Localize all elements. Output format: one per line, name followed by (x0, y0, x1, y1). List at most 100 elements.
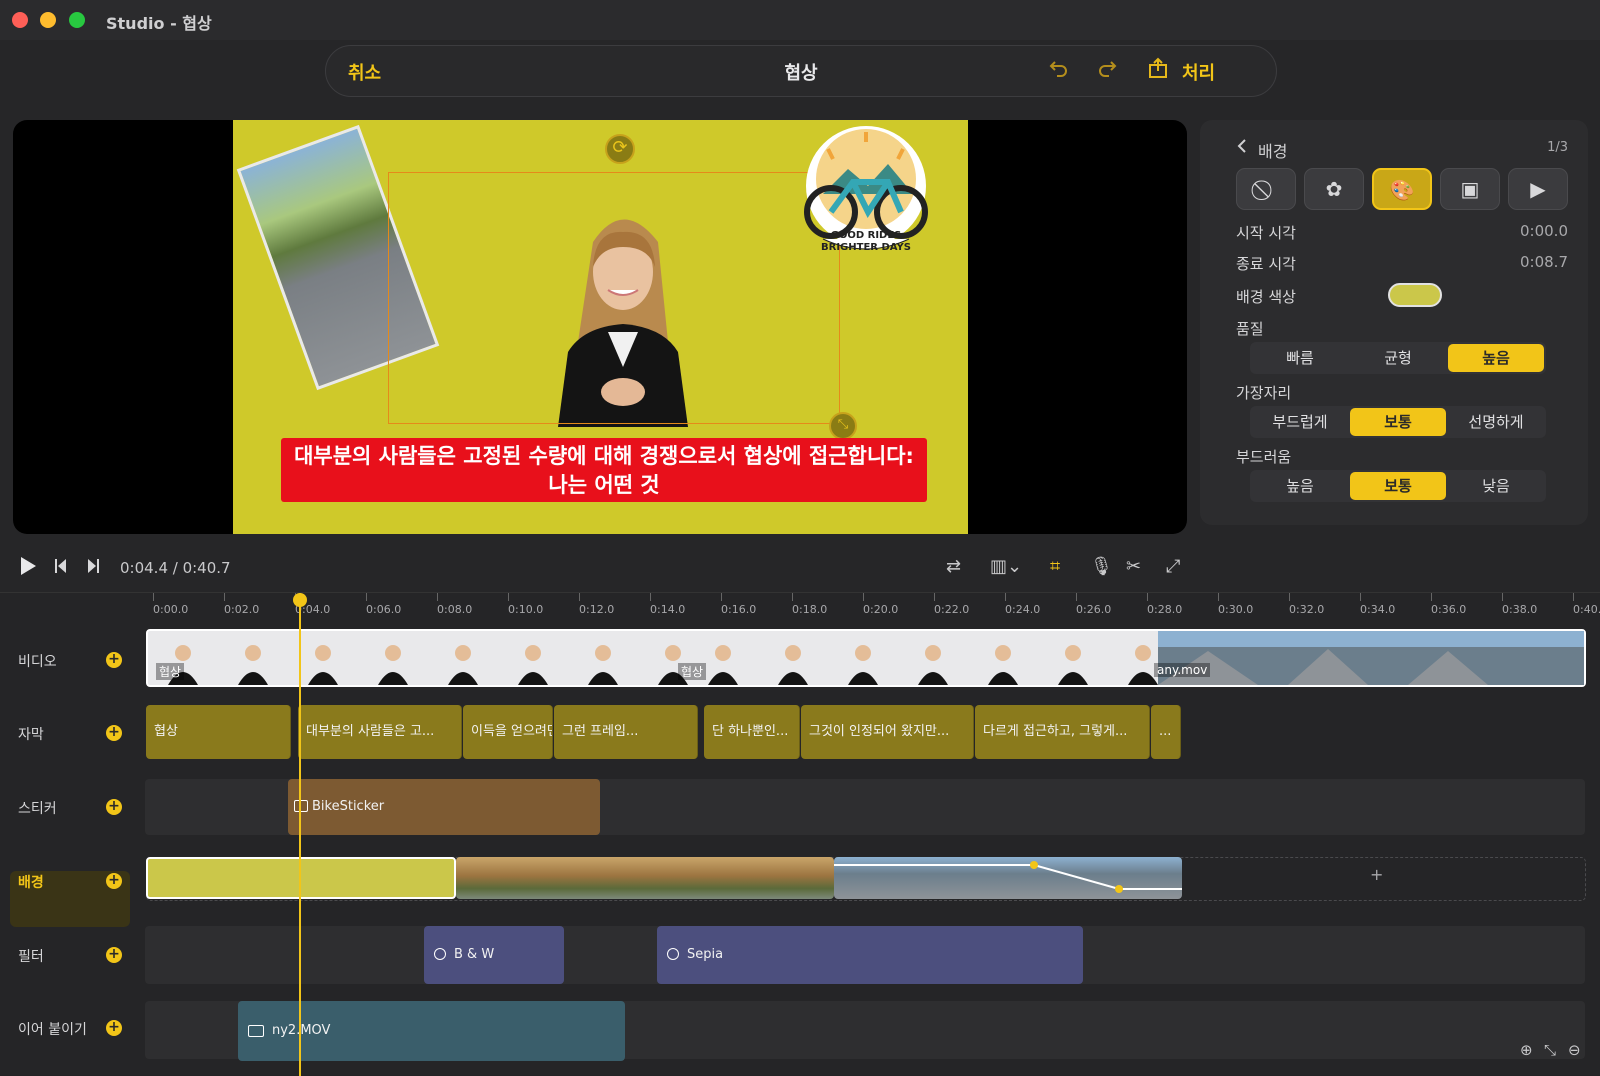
tick: 0:12.0 (579, 603, 615, 616)
subtitle-clip[interactable]: 대부분의 사람들은 고... (298, 705, 462, 759)
quality-segmented: 빠름 균형 높음 (1250, 342, 1546, 374)
subtitle-overlay[interactable]: 대부분의 사람들은 고정된 수량에 대해 경쟁으로서 협상에 접근합니다: 나는… (281, 438, 927, 502)
edge-option-soft[interactable]: 부드럽게 (1252, 408, 1348, 436)
add-background-button[interactable]: + (106, 873, 122, 889)
background-image-clip[interactable] (456, 857, 834, 899)
video-camera-icon[interactable]: ▶ (1508, 168, 1568, 210)
quality-option-high[interactable]: 높음 (1448, 344, 1544, 372)
time-ruler[interactable]: 0:00.0 0:02.0 0:04.0 0:06.0 0:08.0 0:10.… (145, 593, 1600, 623)
video-track[interactable]: 협상 협상 any.mov (146, 629, 1586, 687)
edge-option-normal[interactable]: 보통 (1350, 408, 1446, 436)
smooth-option-high[interactable]: 높음 (1252, 472, 1348, 500)
sticker-clip[interactable]: BikeSticker (288, 779, 600, 835)
video-preview[interactable]: ⟳ ⤡ GOOD RIDES BRIGHTER DAYS 대부분의 사람들은 고… (13, 120, 1187, 534)
tick: 0:40.0 (1573, 603, 1600, 616)
background-video-clip[interactable] (834, 857, 1182, 899)
rotate-handle-icon[interactable]: ⟳ (605, 134, 635, 164)
color-palette-icon[interactable]: 🎨 (1372, 168, 1432, 210)
background-color-clip[interactable] (146, 857, 456, 899)
microphone-icon[interactable]: 🎙 (1090, 556, 1113, 577)
selection-box[interactable] (388, 172, 840, 424)
no-background-icon[interactable]: ⃠ (1236, 168, 1296, 210)
subtitle-clip[interactable]: 협상 (146, 705, 291, 759)
track-label-subtitle: 자막 (18, 727, 44, 743)
track-label-video: 비디오 (18, 654, 57, 670)
play-icon[interactable] (18, 555, 38, 582)
edge-option-sharp[interactable]: 선명하게 (1448, 408, 1544, 436)
playhead[interactable] (299, 593, 301, 1076)
background-color-swatch[interactable] (1388, 283, 1442, 307)
panel-title: 배경 (1258, 142, 1288, 161)
playhead-handle[interactable] (293, 593, 307, 607)
timeline[interactable]: 0:00.0 0:02.0 0:04.0 0:06.0 0:08.0 0:10.… (0, 592, 1600, 1076)
quality-label: 품질 (1236, 320, 1264, 338)
add-video-button[interactable]: + (106, 652, 122, 668)
subtitle-clip[interactable]: 이득을 얻으려면, 당신... (463, 705, 553, 759)
sticker-icon (294, 800, 308, 812)
quality-option-balanced[interactable]: 균형 (1350, 344, 1446, 372)
step-forward-icon[interactable] (82, 557, 102, 580)
add-sticker-button[interactable]: + (106, 799, 122, 815)
close-window-button[interactable] (12, 12, 28, 28)
crop-icon[interactable]: ⌗ (1050, 556, 1060, 577)
back-chevron-icon[interactable] (1236, 138, 1248, 158)
tick: 0:02.0 (224, 603, 260, 616)
cancel-button[interactable]: 취소 (348, 59, 381, 85)
zoom-window-button[interactable] (69, 12, 85, 28)
filter-clip-label: B & W (454, 947, 495, 962)
add-filter-button[interactable]: + (106, 947, 122, 963)
subtitle-clip[interactable]: 다르게 접근하고, 그렇게... (975, 705, 1150, 759)
add-append-button[interactable]: + (106, 1020, 122, 1036)
tick: 0:24.0 (1005, 603, 1041, 616)
end-time-label: 종료 시각 (1236, 255, 1296, 273)
end-time-value[interactable]: 0:08.7 (1520, 253, 1568, 271)
image-icon[interactable]: ▣ (1440, 168, 1500, 210)
export-icon[interactable] (1143, 57, 1173, 87)
playback-time: 0:04.4 / 0:40.7 (120, 559, 231, 577)
tick: 0:22.0 (934, 603, 970, 616)
tick: 0:34.0 (1360, 603, 1396, 616)
append-clip[interactable]: ny2.MOV (238, 1001, 625, 1061)
quality-option-fast[interactable]: 빠름 (1252, 344, 1348, 372)
undo-icon[interactable] (1044, 57, 1074, 87)
tick: 0:38.0 (1502, 603, 1538, 616)
start-time-value[interactable]: 0:00.0 (1520, 222, 1568, 240)
step-back-icon[interactable] (52, 557, 72, 580)
subtitle-clip[interactable]: 단 하나뿐인... (704, 705, 800, 759)
playback-controls: 0:04.4 / 0:40.7 ⇄ ▥⌄ ⌗ 🎙 ✂ ⤢ (0, 545, 1200, 590)
fullscreen-icon[interactable]: ⤢ (1166, 556, 1180, 577)
resize-handle-icon[interactable]: ⤡ (829, 412, 857, 440)
redo-icon[interactable] (1092, 57, 1122, 87)
start-time-label: 시작 시각 (1236, 224, 1296, 242)
keyframe-curve (834, 861, 1182, 893)
fit-icon[interactable]: ⤡ (1544, 1041, 1556, 1059)
smoothness-segmented: 높음 보통 낮음 (1250, 470, 1546, 502)
process-button[interactable]: 처리 (1182, 59, 1215, 85)
panel-page-indicator: 1/3 (1547, 140, 1568, 155)
project-title: 협상 (784, 63, 818, 84)
layout-dropdown-icon[interactable]: ▥⌄ (990, 556, 1022, 577)
zoom-out-icon[interactable]: ⊖ (1568, 1041, 1581, 1059)
bike-sticker[interactable]: GOOD RIDES BRIGHTER DAYS (793, 124, 939, 262)
smooth-option-low[interactable]: 낮음 (1448, 472, 1544, 500)
loop-icon[interactable]: ⇄ (946, 556, 961, 577)
background-add-placeholder[interactable]: + (1370, 865, 1383, 884)
video-clip-label-1: 협상 (156, 663, 185, 680)
top-toolbar: 취소 협상 처리 (325, 45, 1277, 97)
tick: 0:06.0 (366, 603, 402, 616)
preview-canvas[interactable]: ⟳ ⤡ GOOD RIDES BRIGHTER DAYS 대부분의 사람들은 고… (233, 120, 968, 534)
sticker-text-1: GOOD RIDES (831, 230, 902, 241)
tick: 0:30.0 (1218, 603, 1254, 616)
edge-segmented: 부드럽게 보통 선명하게 (1250, 406, 1546, 438)
title-bar: Studio - 협상 (0, 0, 1600, 40)
subtitle-clip[interactable]: 그것이 인정되어 왔지만... (801, 705, 974, 759)
blur-icon[interactable]: ✿ (1304, 168, 1364, 210)
zoom-in-icon[interactable]: ⊕ (1520, 1041, 1533, 1059)
smooth-option-normal[interactable]: 보통 (1350, 472, 1446, 500)
filter-clip-sepia[interactable]: Sepia (657, 926, 1083, 984)
add-subtitle-button[interactable]: + (106, 725, 122, 741)
subtitle-clip[interactable]: 그런 프레임... (554, 705, 698, 759)
minimize-window-button[interactable] (40, 12, 56, 28)
scissors-icon[interactable]: ✂ (1126, 556, 1141, 577)
subtitle-clip[interactable]: ... (1151, 705, 1181, 759)
